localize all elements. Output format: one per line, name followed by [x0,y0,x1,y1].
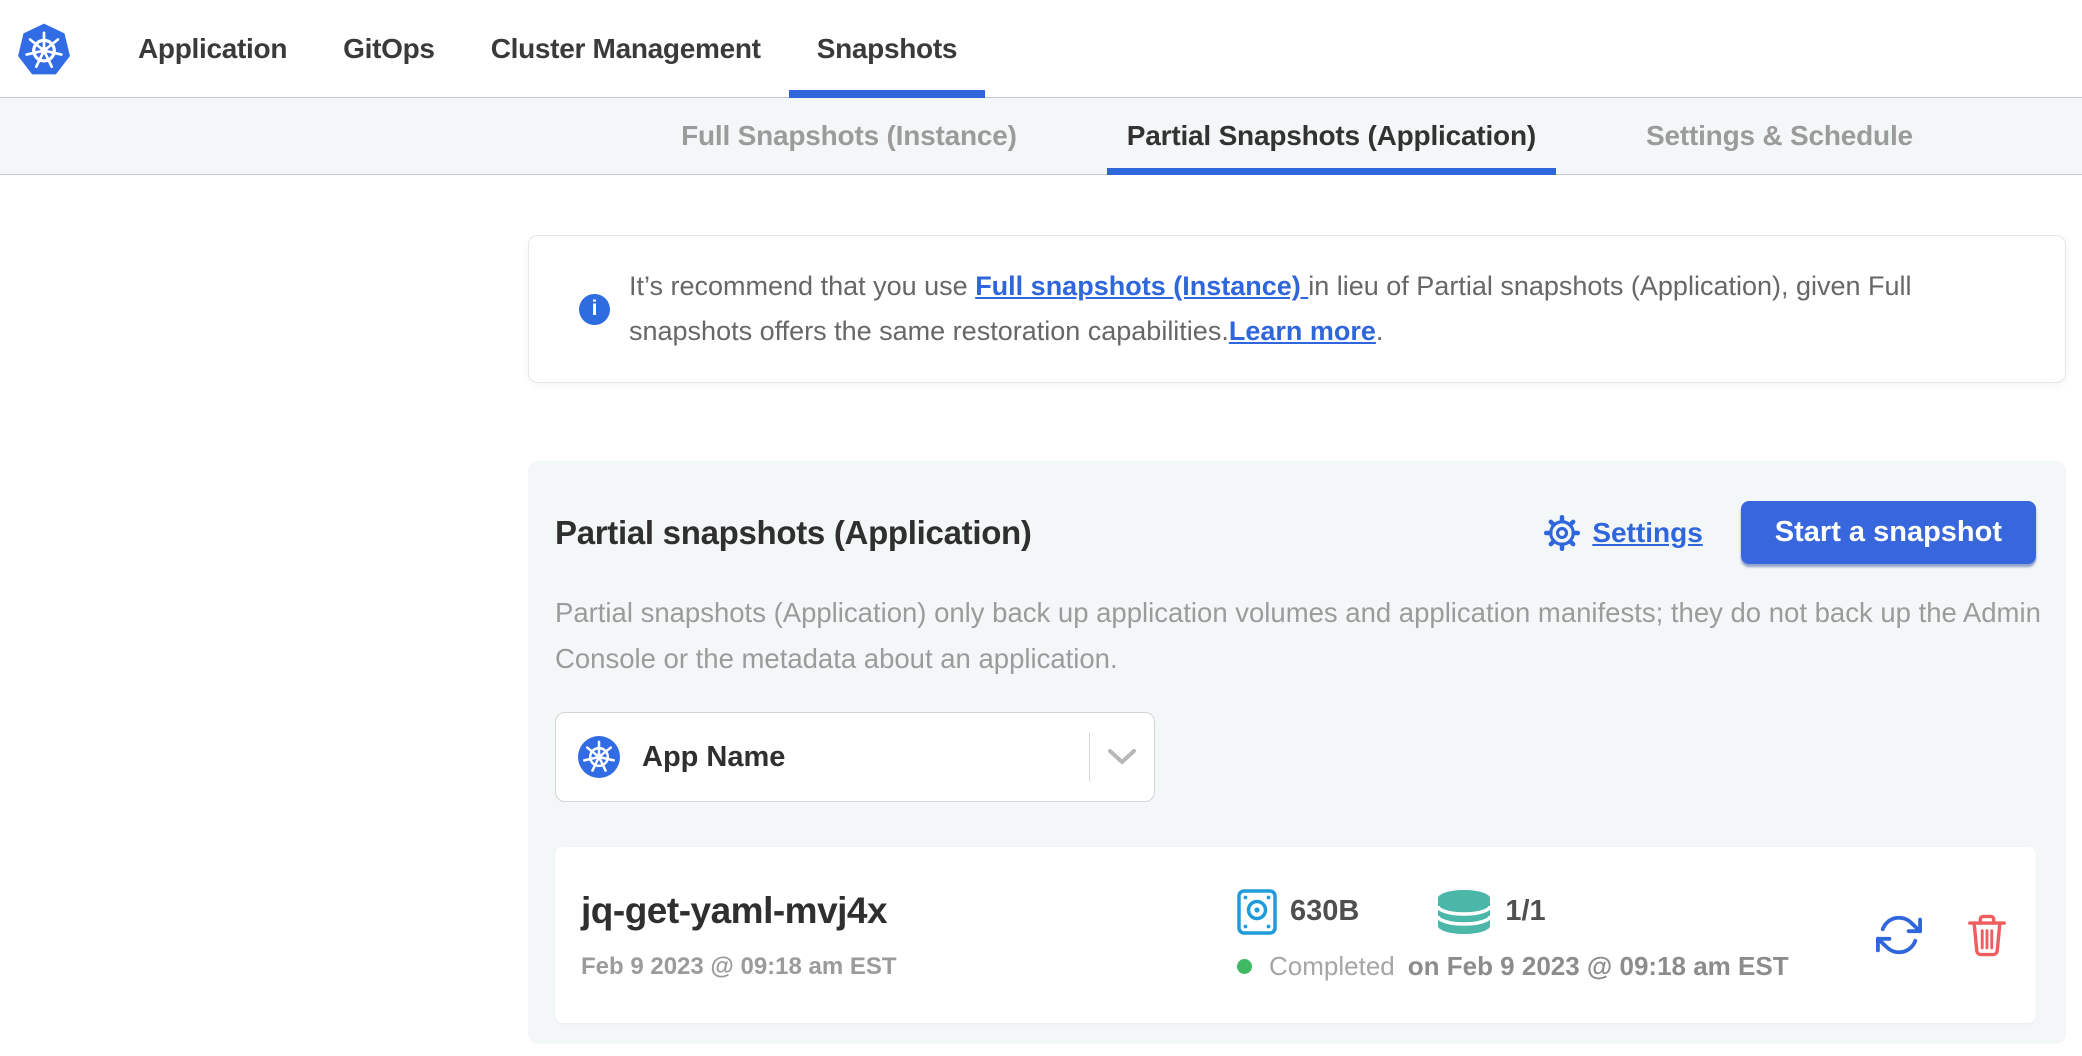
snapshot-row: jq-get-yaml-mvj4x Feb 9 2023 @ 09:18 am … [555,847,2036,1023]
start-snapshot-button[interactable]: Start a snapshot [1741,501,2036,564]
snapshot-volumes-value: 1/1 [1505,895,1545,928]
learn-more-link[interactable]: Learn more [1229,316,1376,346]
status-dot [1237,959,1252,974]
snapshots-tab-bar: Full Snapshots (Instance) Partial Snapsh… [0,98,2082,175]
alert-text-before: It’s recommend that you use [629,271,975,301]
top-nav: Application GitOps Cluster Management Sn… [0,0,2082,98]
snapshot-created-date: Feb 9 2023 @ 09:18 am EST [581,953,1237,981]
panel-title: Partial snapshots (Application) [555,514,1544,552]
restore-snapshot-button[interactable] [1876,912,1922,958]
app-name-select[interactable]: App Name [555,712,1155,802]
nav-item-snapshots[interactable]: Snapshots [789,0,985,97]
app-name-value: App Name [642,741,1089,774]
tab-full-snapshots[interactable]: Full Snapshots (Instance) [661,98,1037,174]
panel-description: Partial snapshots (Application) only bac… [555,590,2043,682]
delete-snapshot-button[interactable] [1966,912,2008,959]
snapshot-status-detail: on Feb 9 2023 @ 09:18 am EST [1408,951,1789,982]
gear-icon [1544,515,1580,551]
snapshot-status: Completed [1269,951,1395,982]
kubernetes-logo-icon [16,22,72,76]
alert-text: It’s recommend that you use Full snapsho… [629,264,1995,354]
info-icon: i [579,294,610,325]
nav-item-application[interactable]: Application [110,0,315,97]
nav-item-gitops[interactable]: GitOps [315,0,463,97]
nav-item-cluster-management[interactable]: Cluster Management [463,0,789,97]
tab-settings-schedule[interactable]: Settings & Schedule [1626,98,1933,174]
partial-snapshots-panel: Partial snapshots (Application) [528,461,2066,1044]
tab-partial-snapshots[interactable]: Partial Snapshots (Application) [1107,98,1556,174]
full-snapshots-link[interactable]: Full snapshots (Instance) [975,271,1308,301]
snapshot-size: 630B [1237,889,1359,935]
settings-label: Settings [1592,517,1702,549]
alert-text-after: . [1376,316,1384,346]
info-alert: i It’s recommend that you use Full snaps… [528,235,2066,383]
snapshot-size-value: 630B [1290,895,1359,928]
app-kubernetes-icon [578,736,620,778]
trash-icon [1966,947,2008,962]
settings-link[interactable]: Settings [1544,515,1702,551]
restore-icon [1876,946,1922,961]
database-icon [1436,889,1492,935]
main-area: i It’s recommend that you use Full snaps… [0,175,2082,1044]
chevron-down-icon[interactable] [1090,748,1154,766]
snapshot-volumes: 1/1 [1436,889,1545,935]
snapshot-name: jq-get-yaml-mvj4x [581,889,1237,933]
disk-icon [1237,889,1277,935]
